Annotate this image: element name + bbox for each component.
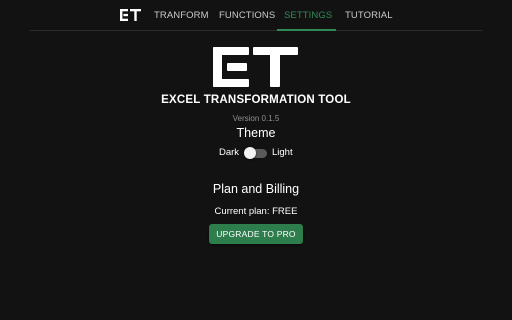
tab-transform[interactable]: TRANFORM [154, 0, 209, 31]
version-label: Version 0.1.5 [232, 114, 280, 123]
top-nav: TRANFORM FUNCTIONS SETTINGS TUTORIAL [30, 0, 482, 31]
theme-toggle-switch[interactable] [244, 147, 268, 159]
current-plan-label: Current plan: FREE [214, 206, 298, 217]
tab-settings[interactable]: SETTINGS [284, 0, 332, 31]
theme-dark-label: Dark [219, 147, 240, 158]
plan-billing-heading: Plan and Billing [212, 182, 300, 196]
et-logo-icon [213, 47, 298, 87]
et-logo-icon[interactable] [120, 9, 141, 21]
theme-heading: Theme [236, 126, 276, 140]
switch-thumb [244, 147, 256, 159]
app-title: EXCEL TRANSFORMATION TOOL [161, 94, 351, 106]
settings-page: TRANFORM FUNCTIONS SETTINGS TUTORIAL EXC… [0, 0, 512, 320]
tab-tutorial[interactable]: TUTORIAL [345, 0, 393, 31]
active-tab-indicator [277, 29, 336, 31]
theme-light-label: Light [272, 147, 293, 158]
tab-functions[interactable]: FUNCTIONS [219, 0, 275, 31]
upgrade-to-pro-button[interactable]: UPGRADE TO PRO [209, 224, 303, 244]
